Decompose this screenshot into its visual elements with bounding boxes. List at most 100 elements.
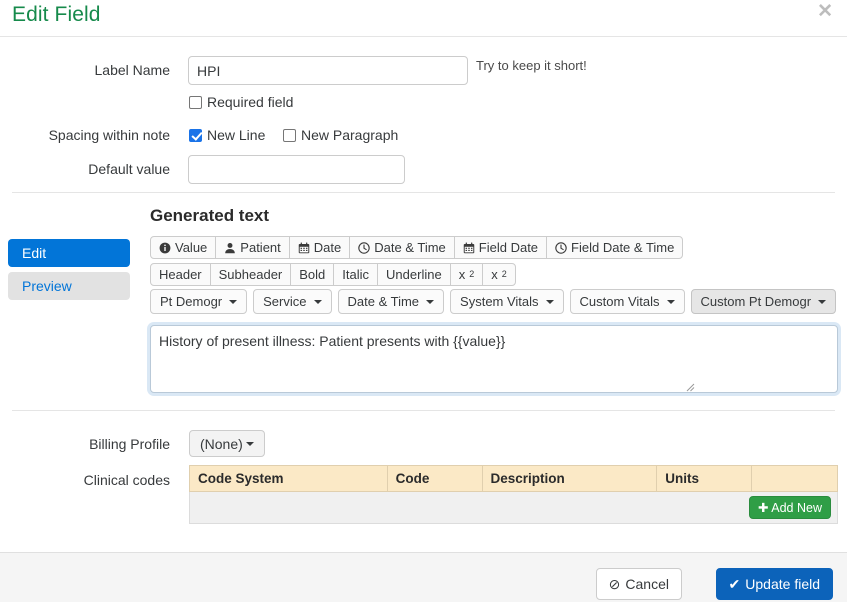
default-value-input[interactable] (188, 155, 405, 184)
format-subscript-label: x (458, 267, 466, 282)
clock-icon (555, 241, 567, 254)
insert-field-date-time-button[interactable]: Field Date & Time (546, 236, 684, 259)
ban-icon: ⊘ (608, 575, 621, 592)
dropdown-service[interactable]: Service (253, 289, 332, 314)
billing-profile-label: Billing Profile (89, 436, 170, 452)
format-superscript-digit: 2 (501, 269, 507, 279)
dropdown-custom-pt-demogr[interactable]: Custom Pt Demogr (690, 289, 837, 314)
format-buttons-group: Header Subheader Bold Italic Underline x… (150, 263, 516, 286)
format-header-button[interactable]: Header (150, 263, 211, 286)
new-paragraph-checkbox-box (283, 128, 296, 142)
info-circle-icon (159, 242, 171, 254)
add-new-label: Add New (771, 501, 822, 515)
insert-date-button[interactable]: Date (288, 236, 351, 259)
required-field-checkbox[interactable]: Required field (189, 94, 293, 110)
tab-preview-label: Preview (22, 278, 72, 294)
insert-patient-button[interactable]: Patient (215, 236, 290, 259)
chevron-down-icon (245, 441, 254, 446)
tab-edit-label: Edit (22, 245, 47, 261)
dropdown-system-vitals[interactable]: System Vitals (450, 289, 564, 314)
generated-text-heading: Generated text (150, 206, 270, 225)
dialog-header: Edit Field ✕ (0, 0, 847, 37)
chevron-down-icon (313, 299, 322, 304)
dropdown-service-label: Service (263, 294, 307, 309)
column-header-actions (751, 465, 838, 492)
chevron-down-icon (545, 299, 554, 304)
column-header-description: Description (481, 465, 658, 492)
new-paragraph-label: New Paragraph (301, 127, 399, 143)
table-header-row: Code System Code Description Units (189, 465, 838, 492)
label-name-input[interactable] (188, 56, 468, 85)
label-name-label: Label Name (94, 62, 171, 78)
insert-buttons-group: Value Patient Date Date & Time Field Dat… (150, 236, 684, 259)
dropdown-date-time[interactable]: Date & Time (337, 289, 445, 314)
insert-value-button[interactable]: Value (150, 236, 217, 259)
new-line-checkbox[interactable]: New Line (189, 127, 265, 143)
format-italic-label: Italic (342, 267, 370, 282)
new-line-label: New Line (207, 127, 266, 143)
dropdown-pt-demogr[interactable]: Pt Demogr (150, 289, 248, 314)
format-superscript-label: x (491, 267, 498, 282)
chevron-down-icon (229, 299, 238, 304)
dropdown-custom-vitals-label: Custom Vitals (579, 294, 660, 309)
update-field-button[interactable]: ✔ Update field (715, 568, 833, 600)
divider-top (12, 192, 835, 193)
column-header-code-system: Code System (189, 465, 388, 492)
insert-field-date-label: Field Date (478, 240, 539, 255)
column-header-units: Units (656, 465, 753, 492)
cancel-button[interactable]: ⊘ Cancel (595, 568, 682, 600)
format-underline-button[interactable]: Underline (377, 263, 451, 286)
format-superscript-button[interactable]: x2 (482, 263, 516, 286)
format-subscript-button[interactable]: x2 (449, 263, 484, 286)
generated-text-textarea[interactable] (150, 325, 838, 393)
plus-icon: ✚ (757, 501, 769, 515)
dropdown-custom-pt-demogr-label: Custom Pt Demogr (700, 294, 812, 309)
format-underline-label: Underline (386, 267, 442, 282)
calendar-icon (298, 242, 310, 254)
spacing-label: Spacing within note (48, 127, 170, 143)
new-line-checkbox-box (189, 128, 202, 142)
calendar-icon (463, 242, 475, 254)
table-row: ✚ Add New (189, 491, 838, 524)
add-new-button[interactable]: ✚ Add New (748, 496, 831, 519)
format-bold-button[interactable]: Bold (290, 263, 335, 286)
divider-bottom (12, 410, 835, 411)
user-icon (224, 242, 236, 254)
tab-preview[interactable]: Preview (8, 272, 130, 300)
required-field-checkbox-box (189, 95, 202, 109)
insert-field-date-time-label: Field Date & Time (571, 240, 675, 255)
tab-edit[interactable]: Edit (8, 239, 130, 267)
format-header-label: Header (159, 267, 202, 282)
billing-profile-value: (None) (200, 435, 243, 452)
cancel-label: Cancel (625, 576, 669, 592)
billing-profile-dropdown[interactable]: (None) (189, 430, 265, 457)
format-subheader-button[interactable]: Subheader (209, 263, 292, 286)
check-icon: ✔ (728, 575, 741, 592)
insert-patient-label: Patient (240, 240, 281, 255)
dropdown-system-vitals-label: System Vitals (460, 294, 539, 309)
label-name-hint: Try to keep it short! (476, 58, 587, 73)
insert-date-time-label: Date & Time (374, 240, 446, 255)
add-new-cell: ✚ Add New (189, 491, 838, 524)
dialog-footer: ⊘ Cancel ✔ Update field (0, 552, 847, 602)
insert-date-label: Date (313, 240, 342, 255)
chevron-down-icon (818, 299, 827, 304)
format-bold-label: Bold (299, 267, 326, 282)
close-icon[interactable]: ✕ (817, 2, 833, 21)
default-value-label: Default value (88, 161, 170, 177)
insert-date-time-button[interactable]: Date & Time (349, 236, 455, 259)
clinical-codes-table: Code System Code Description Units ✚ Add… (189, 465, 838, 524)
dropdown-pt-demogr-label: Pt Demogr (160, 294, 223, 309)
format-subscript-digit: 2 (469, 269, 475, 279)
dropdown-custom-vitals[interactable]: Custom Vitals (569, 289, 685, 314)
column-header-code: Code (386, 465, 483, 492)
page-title: Edit Field (12, 3, 101, 26)
insert-field-date-button[interactable]: Field Date (453, 236, 548, 259)
format-italic-button[interactable]: Italic (333, 263, 379, 286)
chevron-down-icon (666, 299, 675, 304)
update-field-label: Update field (745, 576, 820, 592)
dropdown-date-time-label: Date & Time (347, 294, 420, 309)
new-paragraph-checkbox[interactable]: New Paragraph (283, 127, 398, 143)
required-field-label: Required field (207, 94, 294, 110)
chevron-down-icon (426, 299, 435, 304)
